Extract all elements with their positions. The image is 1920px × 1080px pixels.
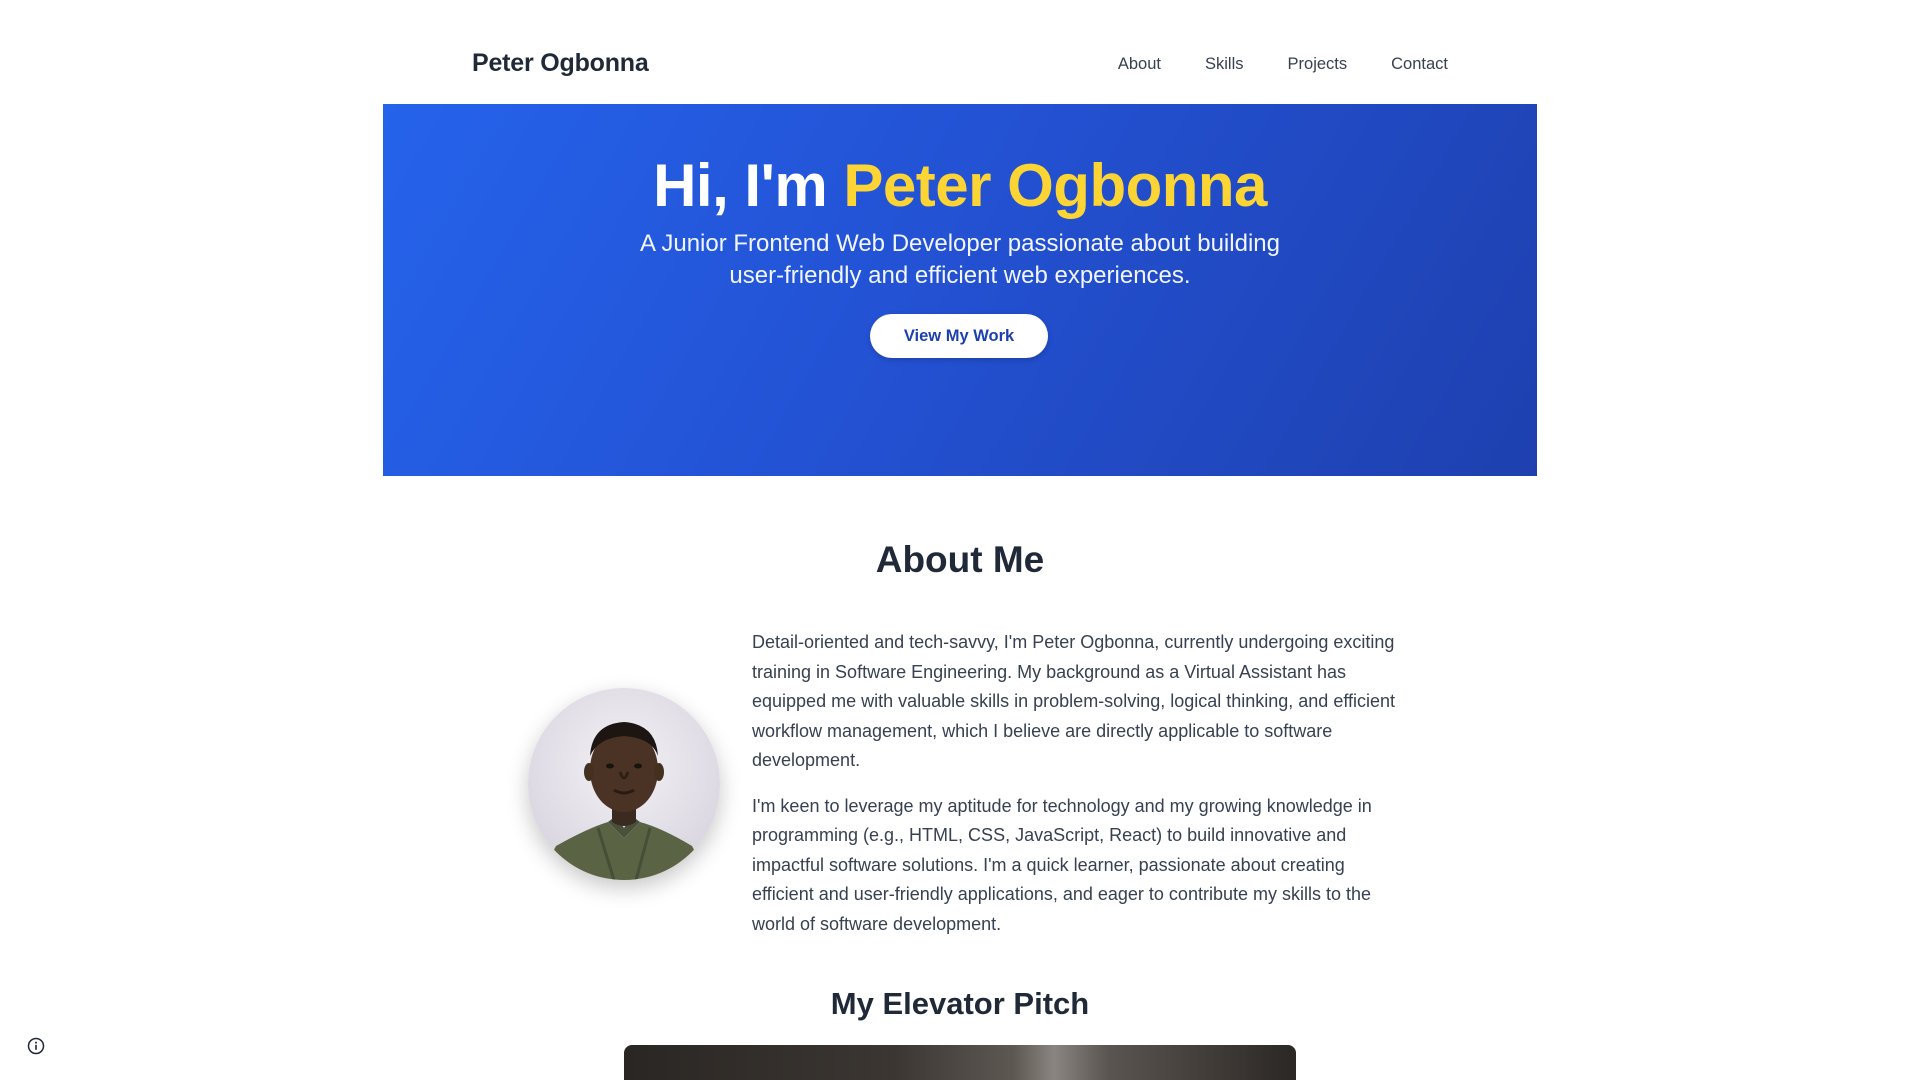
about-paragraph-1: Detail-oriented and tech-savvy, I'm Pete… xyxy=(752,632,1396,770)
nav-skills-link[interactable]: Skills xyxy=(1205,52,1244,76)
profile-photo xyxy=(528,688,720,880)
about-text: Detail-oriented and tech-savvy, I'm Pete… xyxy=(752,628,1402,955)
view-my-work-button[interactable]: View My Work xyxy=(870,314,1048,358)
about-paragraph-2: I'm keen to leverage my aptitude for tec… xyxy=(752,795,1372,934)
site-header: Peter Ogbonna About Skills Projects Cont… xyxy=(0,0,1920,104)
nav-contact-link[interactable]: Contact xyxy=(1391,52,1448,76)
hero-title: Hi, I'm Peter Ogbonna xyxy=(383,148,1537,224)
hero-title-prefix: Hi, I'm xyxy=(653,152,828,219)
about-title: About Me xyxy=(875,539,1045,580)
nav-projects-link[interactable]: Projects xyxy=(1288,52,1348,76)
hero-title-name: Peter Ogbonna xyxy=(843,152,1267,219)
portfolio-page: Peter Ogbonna About Skills Projects Cont… xyxy=(0,0,1920,1080)
brand-logo[interactable]: Peter Ogbonna xyxy=(472,46,649,80)
nav-about-link[interactable]: About xyxy=(1118,52,1161,76)
info-icon[interactable] xyxy=(27,1037,45,1055)
elevator-pitch-video[interactable] xyxy=(624,1045,1296,1080)
elevator-pitch-title: My Elevator Pitch xyxy=(830,986,1090,1021)
hero-section: Hi, I'm Peter Ogbonna A Junior Frontend … xyxy=(383,104,1537,476)
profile-photo-illustration xyxy=(538,722,710,880)
hero-subtitle: A Junior Frontend Web Developer passiona… xyxy=(640,230,1280,289)
main-nav: About Skills Projects Contact xyxy=(1118,52,1448,76)
